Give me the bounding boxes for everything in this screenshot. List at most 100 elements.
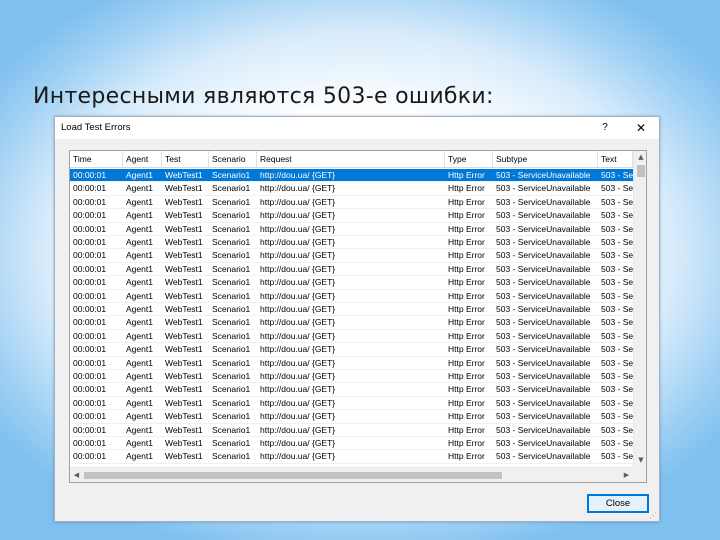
table-row[interactable]: 00:00:01 Agent1 WebTest1 Scenario1 http://do… — [70, 410, 633, 424]
cell-time: 00:00:01 — [73, 183, 107, 194]
table-row[interactable]: 00:00:01 Agent1 WebTest1 Scenario1 http://do… — [70, 450, 633, 464]
cell-scenario: Scenario1 — [212, 237, 251, 247]
column-header-subtype[interactable]: Subtype — [493, 151, 598, 167]
cell-test: WebTest1 — [165, 183, 203, 194]
table-row[interactable]: 00:00:01 Agent1 WebTest1 Scenario1 http://do… — [70, 209, 633, 223]
vertical-scroll-thumb[interactable] — [637, 165, 645, 177]
cell-request: http://dou.ua/ {GET} — [260, 250, 336, 261]
table-row[interactable]: 00:00:01 Agent1 WebTest1 Scenario1 http://do… — [70, 343, 633, 357]
table-row[interactable]: 00:00:01 Agent1 WebTest1 Scenario1 http://do… — [70, 316, 633, 330]
close-button[interactable]: Close — [587, 494, 649, 513]
cell-test: WebTest1 — [165, 290, 203, 301]
cell-test: WebTest1 — [165, 250, 203, 261]
cell-request: http://dou.ua/ {GET} — [260, 317, 336, 328]
cell-time: 00:00:01 — [73, 210, 107, 221]
cell-agent: Agent1 — [126, 330, 153, 341]
table-row[interactable]: 00:00:01 Agent1 WebTest1 Scenario1 http://do… — [70, 169, 633, 183]
cell-request: http://dou.ua/ {GET} — [260, 357, 336, 368]
cell-agent: Agent1 — [126, 210, 153, 221]
cell-text: 503 - Se — [601, 451, 633, 462]
cell-text: 503 - Se — [601, 411, 633, 422]
table-row[interactable]: 00:00:01 Agent1 WebTest1 Scenario1 http://do… — [70, 196, 633, 210]
horizontal-scroll-thumb[interactable] — [84, 472, 502, 479]
cell-text: 503 - Se — [601, 170, 633, 180]
cell-request: http://dou.ua/ {GET} — [260, 196, 336, 207]
table-row[interactable]: 00:00:01 Agent1 WebTest1 Scenario1 http://do… — [70, 370, 633, 384]
table-row[interactable]: 00:00:01 Agent1 WebTest1 Scenario1 http://do… — [70, 330, 633, 344]
scroll-up-arrow-icon[interactable]: ▲ — [634, 151, 646, 164]
column-header-scenario[interactable]: Scenario — [209, 151, 257, 167]
table-row[interactable]: 00:00:01 Agent1 WebTest1 Scenario1 http://do… — [70, 397, 633, 411]
cell-agent: Agent1 — [126, 357, 153, 368]
cell-text: 503 - Se — [601, 344, 633, 355]
column-header-agent[interactable]: Agent — [123, 151, 162, 167]
cell-test: WebTest1 — [165, 170, 203, 180]
slide-title: Интересными являются 503-е ошибки: — [33, 84, 494, 109]
resize-grip-icon[interactable]: ⋰ — [649, 511, 659, 521]
cell-agent: Agent1 — [126, 223, 153, 234]
table-row[interactable]: 00:00:01 Agent1 WebTest1 Scenario1 http://do… — [70, 182, 633, 196]
cell-time: 00:00:01 — [73, 304, 107, 314]
cell-text: 503 - Se — [601, 330, 633, 341]
table-row[interactable]: 00:00:01 Agent1 WebTest1 Scenario1 http://do… — [70, 276, 633, 290]
table-row[interactable]: 00:00:01 Agent1 WebTest1 Scenario1 http://do… — [70, 236, 633, 250]
cell-scenario: Scenario1 — [212, 357, 251, 368]
cell-subtype: 503 - ServiceUnavailable — [496, 223, 591, 234]
cell-scenario: Scenario1 — [212, 210, 251, 221]
cell-test: WebTest1 — [165, 424, 203, 435]
table-row[interactable]: 00:00:01 Agent1 WebTest1 Scenario1 http://do… — [70, 357, 633, 370]
cell-test: WebTest1 — [165, 371, 203, 381]
cell-scenario: Scenario1 — [212, 183, 251, 194]
table-row[interactable]: 00:00:01 Agent1 WebTest1 Scenario1 http://do… — [70, 437, 633, 451]
cell-type: Http Error — [448, 304, 485, 314]
cell-test: WebTest1 — [165, 451, 203, 462]
vertical-scrollbar[interactable]: ▲ ▼ — [633, 151, 646, 467]
cell-test: WebTest1 — [165, 317, 203, 328]
column-header-test[interactable]: Test — [162, 151, 209, 167]
table-row[interactable]: 00:00:01 Agent1 WebTest1 Scenario1 http://do… — [70, 383, 633, 397]
cell-request: http://dou.ua/ {GET} — [260, 183, 336, 194]
cell-test: WebTest1 — [165, 237, 203, 247]
table-row[interactable]: 00:00:01 Agent1 WebTest1 Scenario1 http://do… — [70, 424, 633, 437]
cell-time: 00:00:01 — [73, 451, 107, 462]
cell-agent: Agent1 — [126, 304, 153, 314]
table-row[interactable]: 00:00:01 Agent1 WebTest1 Scenario1 http://do… — [70, 303, 633, 317]
cell-request: http://dou.ua/ {GET} — [260, 424, 336, 435]
cell-subtype: 503 - ServiceUnavailable — [496, 210, 591, 221]
table-row[interactable]: 00:00:01 Agent1 WebTest1 Scenario1 http://do… — [70, 249, 633, 263]
scroll-down-arrow-icon[interactable]: ▼ — [634, 454, 646, 467]
table-row[interactable]: 00:00:01 Agent1 WebTest1 Scenario1 http://do… — [70, 290, 633, 303]
dialog-titlebar[interactable]: Load Test Errors ? ✕ — [55, 117, 659, 139]
cell-text: 503 - Se — [601, 290, 633, 301]
cell-subtype: 503 - ServiceUnavailable — [496, 330, 591, 341]
column-header-request[interactable]: Request — [257, 151, 445, 167]
cell-agent: Agent1 — [126, 170, 153, 180]
cell-agent: Agent1 — [126, 250, 153, 261]
cell-test: WebTest1 — [165, 438, 203, 448]
cell-request: http://dou.ua/ {GET} — [260, 344, 336, 355]
cell-test: WebTest1 — [165, 344, 203, 355]
column-header-type[interactable]: Type — [445, 151, 493, 167]
scroll-left-arrow-icon[interactable]: ◀ — [70, 468, 83, 482]
cell-subtype: 503 - ServiceUnavailable — [496, 438, 591, 448]
cell-test: WebTest1 — [165, 263, 203, 274]
cell-text: 503 - Se — [601, 371, 633, 381]
column-header-text[interactable]: Text — [598, 151, 633, 167]
cell-scenario: Scenario1 — [212, 304, 251, 314]
cell-time: 00:00:01 — [73, 344, 107, 355]
cell-agent: Agent1 — [126, 371, 153, 381]
cell-scenario: Scenario1 — [212, 170, 251, 180]
cell-type: Http Error — [448, 424, 485, 435]
table-row[interactable]: 00:00:01 Agent1 WebTest1 Scenario1 http://do… — [70, 223, 633, 236]
cell-scenario: Scenario1 — [212, 344, 251, 355]
table-row[interactable]: 00:00:01 Agent1 WebTest1 Scenario1 http://do… — [70, 263, 633, 277]
close-window-icon[interactable]: ✕ — [631, 119, 651, 137]
scroll-right-arrow-icon[interactable]: ▶ — [620, 468, 633, 482]
cell-subtype: 503 - ServiceUnavailable — [496, 183, 591, 194]
cell-request: http://dou.ua/ {GET} — [260, 371, 336, 381]
horizontal-scrollbar[interactable]: ◀ ▶ — [70, 467, 633, 482]
help-button[interactable]: ? — [595, 119, 615, 137]
cell-time: 00:00:01 — [73, 357, 107, 368]
errors-grid[interactable]: Time Agent Test Scenario Request Type Subtype T… — [69, 150, 647, 483]
column-header-time[interactable]: Time — [70, 151, 123, 167]
